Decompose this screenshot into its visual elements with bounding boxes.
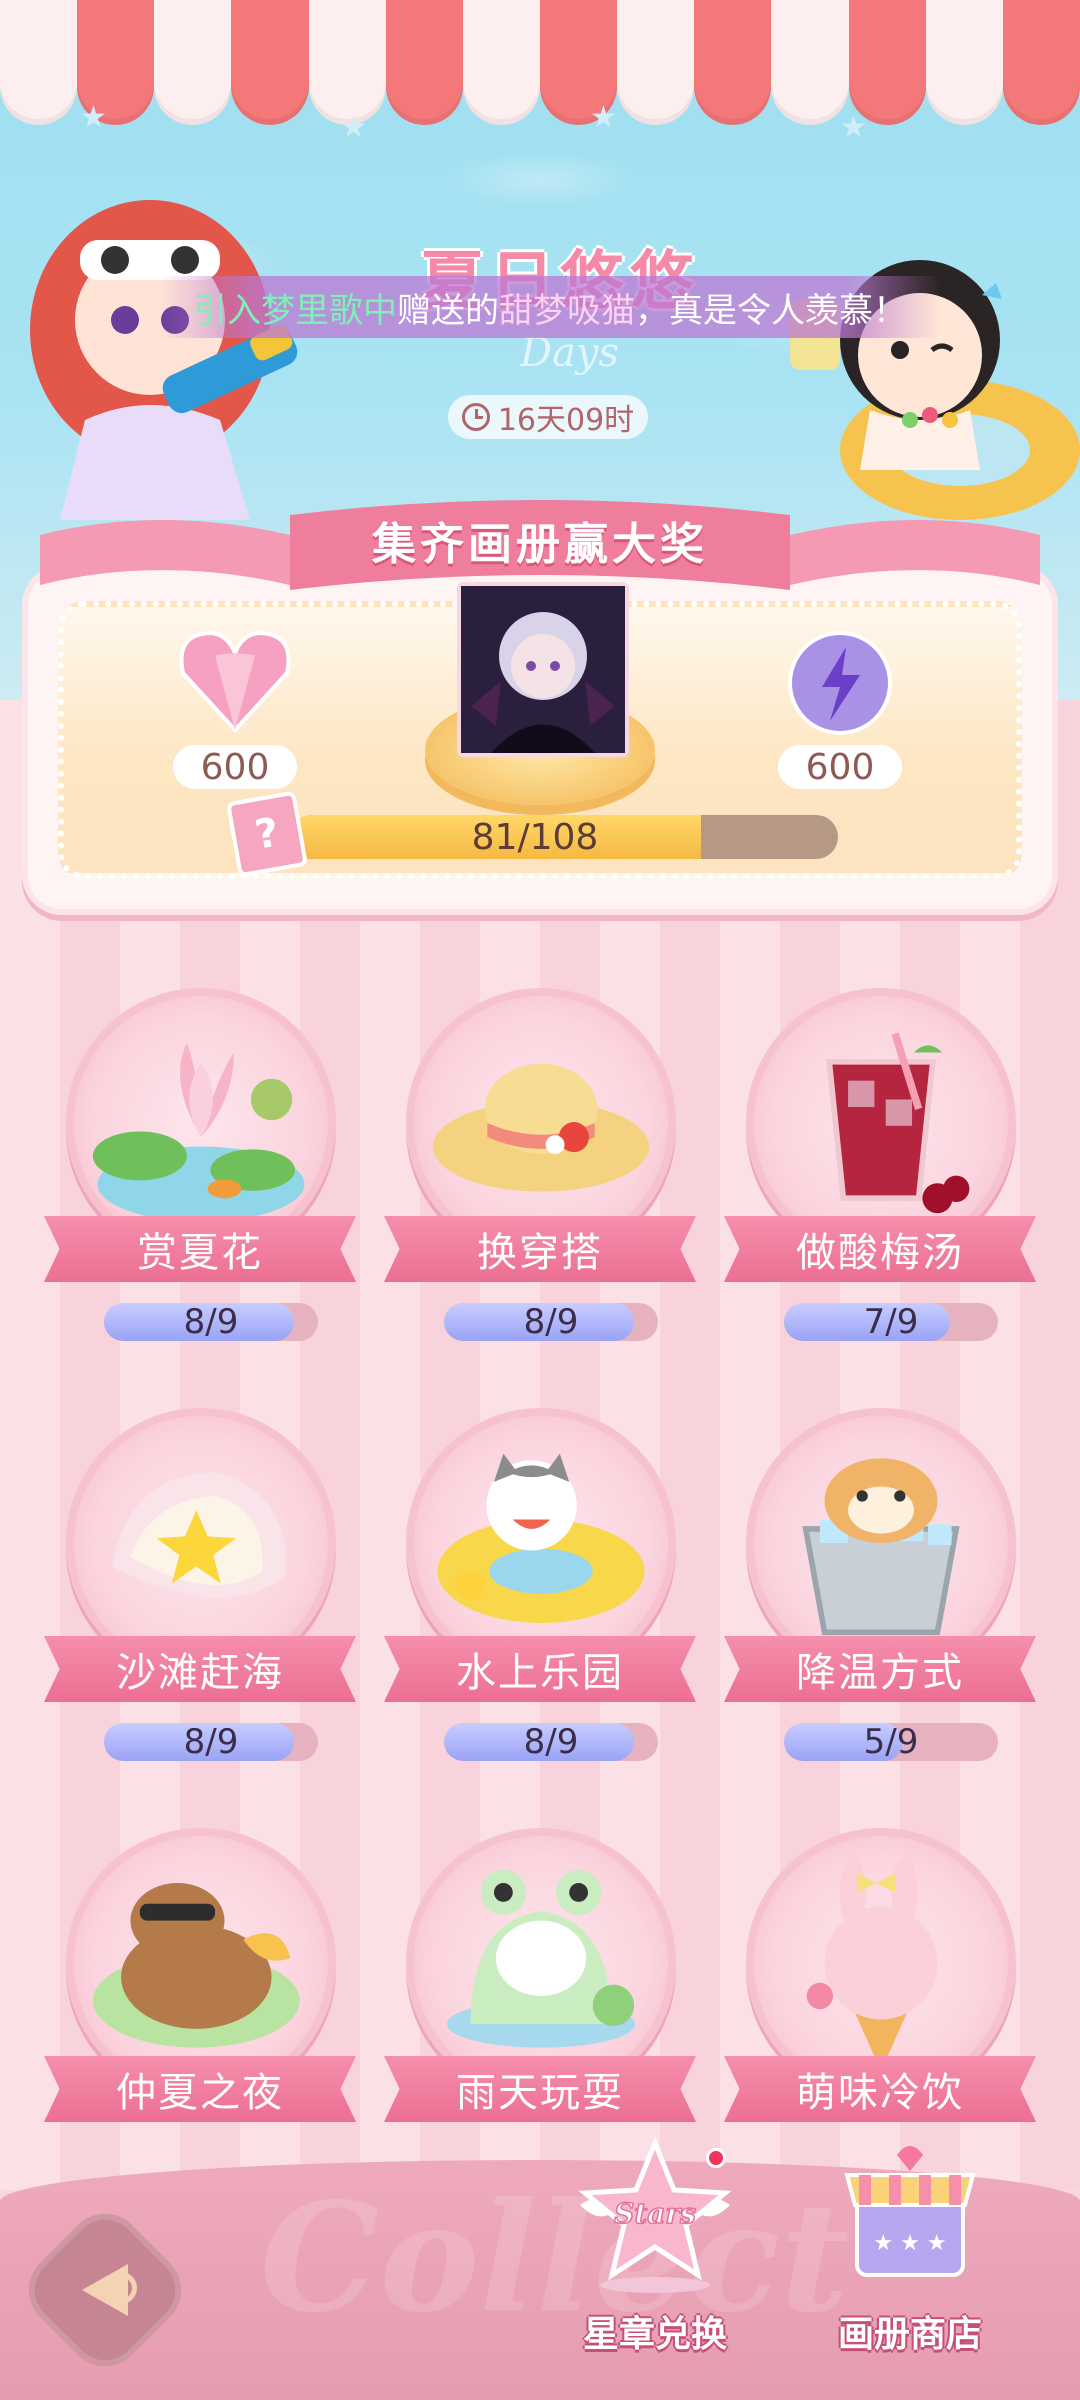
album-progress-text: 8/9 [183,1722,239,1762]
straw-hat-icon [432,1063,650,1192]
star-decoration-icon: ★ [80,100,107,135]
left-reward[interactable]: 600 [170,625,300,789]
plum-drink-icon [826,1032,970,1214]
star-exchange-button[interactable]: Stars 星章兑换 [555,2135,755,2357]
clock-icon [461,403,490,431]
album-card[interactable]: 换穿搭 8/9 [380,988,700,1368]
album-title: 降温方式 [724,1636,1036,1702]
album-card[interactable]: 赏夏花 8/9 [40,988,360,1368]
right-reward-count: 600 [778,745,902,789]
star-decoration-icon: ★ [840,110,867,145]
event-countdown: 16天09时 [448,395,648,439]
album-progress-text: 8/9 [523,1302,579,1342]
cat-float-icon [437,1453,645,1623]
album-title: 做酸梅汤 [724,1216,1036,1282]
album-card[interactable]: 降温方式 5/9 [720,1408,1040,1788]
star-decoration-icon: ★ [340,110,367,145]
left-reward-count: 600 [173,745,297,789]
frog-raincoat-icon [446,1869,636,2048]
marquee-item: 甜梦吸猫 [499,290,635,331]
gift-announcement-marquee: 引入梦里歌中 赠送的 甜梦吸猫 ，真是令人羡慕！ [160,276,940,338]
album-title: 水上乐园 [384,1636,696,1702]
svg-text:★ ★ ★: ★ ★ ★ [873,2231,946,2256]
girl-with-water-gun-illustration [30,200,298,520]
notification-dot [706,2148,726,2168]
stars-badge-text: Stars [614,2197,696,2230]
purple-energy-orb-icon [788,631,892,735]
reward-banner-title: 集齐画册赢大奖 [372,519,708,570]
album-title: 换穿搭 [384,1216,696,1282]
album-card[interactable]: 水上乐园 8/9 [380,1408,700,1788]
album-shop-button[interactable]: ★ ★ ★ 画册商店 [810,2135,1010,2357]
grand-prize-card[interactable] [457,582,629,757]
striped-awning [0,0,1080,130]
marquee-suffix: ，真是令人羡慕！ [635,290,907,331]
album-title: 仲夏之夜 [44,2056,356,2122]
album-progress-text: 7/9 [863,1302,919,1342]
album-card[interactable]: 做酸梅汤 7/9 [720,988,1040,1368]
boy-on-swim-ring-illustration [790,260,1080,520]
album-progress-text: 8/9 [183,1302,239,1342]
marquee-sender: 引入梦里歌中 [193,290,397,331]
vampire-character-portrait-icon [461,586,625,753]
album-card[interactable]: 仲夏之夜 [40,1828,360,2208]
seashell-icon [111,1472,286,1598]
capybara-icon [92,1883,300,2048]
lotus-icon [92,1043,305,1222]
bunny-icecream-icon [806,1856,938,2072]
album-shop-label: 画册商店 [837,2314,982,2355]
album-title: 沙滩赶海 [44,1636,356,1702]
star-exchange-label: 星章兑换 [582,2314,727,2355]
album-title: 赏夏花 [44,1216,356,1282]
total-progress-text: 81/108 [471,816,599,858]
mystery-card-icon: ? [225,790,309,878]
right-reward[interactable]: 600 [775,625,905,789]
back-dot-icon [105,2272,137,2304]
hamster-ice-bucket-icon [802,1458,960,1636]
album-title: 萌味冷饮 [724,2056,1036,2122]
album-progress-text: 5/9 [863,1722,919,1762]
album-card[interactable]: 沙滩赶海 8/9 [40,1408,360,1788]
shop-stall-icon: ★ ★ ★ [844,2146,976,2277]
marquee-text: 赠送的 [397,290,499,331]
album-progress-text: 8/9 [523,1722,579,1762]
countdown-text: 16天09时 [497,403,635,438]
pink-heart-gem-icon [179,630,291,733]
album-title: 雨天玩耍 [384,2056,696,2122]
star-decoration-icon: ★ [590,100,617,135]
